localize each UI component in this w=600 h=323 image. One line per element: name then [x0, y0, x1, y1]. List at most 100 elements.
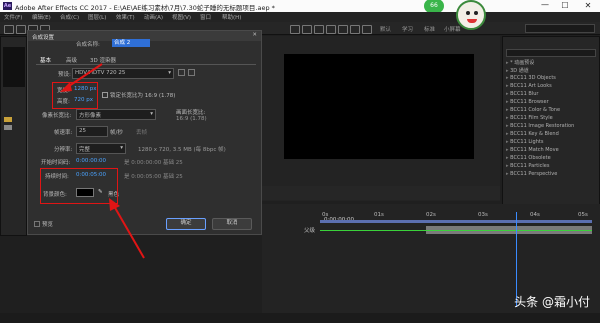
search-help-input[interactable]	[525, 24, 595, 33]
effects-presets-panel: * 动画预设 3D 通道 BCC11 3D Objects BCC11 Art …	[502, 36, 600, 206]
effects-item[interactable]: BCC11 Particles	[506, 163, 549, 169]
viewer-controls	[262, 186, 500, 200]
workspace-learn[interactable]: 学习	[402, 25, 413, 33]
ok-button[interactable]: 确定	[166, 218, 206, 230]
workspace-small-screen[interactable]: 小屏幕	[444, 25, 461, 33]
preview-checkbox[interactable]	[34, 221, 40, 227]
preset-save-icon[interactable]	[178, 69, 185, 76]
drop-frame-select[interactable]: 丢帧	[136, 128, 147, 136]
workspace-default[interactable]: 默认	[380, 25, 391, 33]
resolution-label: 分辨率:	[54, 147, 73, 153]
effects-item[interactable]: BCC11 Image Restoration	[506, 123, 574, 129]
resolution-value: 完整	[79, 147, 91, 153]
chevron-down-icon: ▾	[120, 145, 123, 151]
ruler-tick: 02s	[426, 212, 436, 218]
minimize-button[interactable]: —	[536, 0, 554, 12]
selection-tool-icon[interactable]	[16, 25, 26, 34]
title-bar: Ae Adobe After Effects CC 2017 - E:\AE\A…	[0, 0, 600, 30]
composition-viewer[interactable]	[262, 36, 500, 201]
workspace-standard[interactable]: 标准	[424, 25, 435, 33]
frame-aspect-label: 画面长宽比:	[176, 110, 206, 116]
text-tool-icon[interactable]	[302, 25, 312, 34]
effects-item[interactable]: BCC11 Lights	[506, 139, 543, 145]
eraser-tool-icon[interactable]	[338, 25, 348, 34]
preview-label: 预览	[42, 222, 54, 228]
watermark: 头条 @霜小付	[514, 295, 590, 309]
close-button[interactable]: ✕	[578, 0, 598, 12]
start-timecode-label: 开始时间码:	[41, 160, 71, 166]
effects-item[interactable]: BCC11 Key & Blend	[506, 131, 559, 137]
menu-view[interactable]: 视图(V)	[172, 13, 191, 21]
dialog-close-icon[interactable]: ✕	[252, 32, 257, 38]
work-area-bar[interactable]	[320, 220, 592, 223]
menu-help[interactable]: 帮助(H)	[222, 13, 241, 21]
viewer-canvas[interactable]	[284, 54, 474, 159]
home-tool-icon[interactable]	[4, 25, 14, 34]
ruler-tick: 05s	[578, 212, 588, 218]
effects-item[interactable]: BCC11 Obsolete	[506, 155, 551, 161]
effects-search-input[interactable]	[506, 49, 596, 57]
pixel-aspect-select[interactable]: 方形像素 ▾	[76, 109, 156, 120]
menu-animation[interactable]: 动画(A)	[144, 13, 163, 21]
menu-effect[interactable]: 效果(T)	[116, 13, 135, 21]
pin-tool-icon[interactable]	[362, 25, 372, 34]
resolution-select[interactable]: 完整 ▾	[76, 143, 126, 154]
pixel-aspect-value: 方形像素	[79, 113, 102, 119]
duration-note: 是 0:00:05:00 基础 25	[124, 174, 183, 180]
start-timecode-note: 是 0:00:00:00 基础 25	[124, 160, 183, 166]
maximize-button[interactable]: ☐	[556, 0, 574, 12]
menu-file[interactable]: 文件(F)	[4, 13, 22, 21]
effects-item[interactable]: BCC11 Perspective	[506, 171, 557, 177]
effects-item[interactable]: 3D 通道	[506, 67, 529, 74]
effects-item[interactable]: BCC11 Art Looks	[506, 83, 552, 89]
status-bar	[0, 313, 600, 323]
window-title: Adobe After Effects CC 2017 - E:\AE\AE练习…	[15, 4, 275, 12]
pixel-aspect-label: 像素长宽比:	[42, 113, 72, 119]
project-item-comp-icon[interactable]	[4, 125, 12, 130]
menu-composition[interactable]: 合成(C)	[60, 13, 79, 21]
ruler-tick: 04s	[530, 212, 540, 218]
annotation-arrow-duration	[109, 198, 145, 259]
preset-delete-icon[interactable]	[188, 69, 195, 76]
frame-rate-value: 25	[79, 128, 86, 134]
project-thumbnail	[3, 47, 25, 87]
layer-track-line	[320, 230, 592, 231]
frame-rate-unit: 帧/秒	[110, 130, 123, 136]
menu-edit[interactable]: 编辑(E)	[32, 13, 51, 21]
frame-aspect-value: 16:9 (1.78)	[176, 116, 207, 122]
effects-item[interactable]: BCC11 Color & Tone	[506, 107, 560, 113]
comp-name-input[interactable]: 合成 2	[112, 39, 150, 47]
pen-tool-icon[interactable]	[290, 25, 300, 34]
effects-item[interactable]: BCC11 Film Style	[506, 115, 553, 121]
effects-item[interactable]: * 动画预设	[506, 59, 534, 66]
project-item-folder-icon[interactable]	[4, 117, 12, 122]
project-panel	[0, 36, 27, 236]
effects-item[interactable]: BCC11 3D Objects	[506, 75, 556, 81]
app-icon: Ae	[3, 2, 12, 10]
frame-rate-label: 帧速率:	[54, 130, 73, 136]
brush-tool-icon[interactable]	[314, 25, 324, 34]
menu-bar: 文件(F) 编辑(E) 合成(C) 图层(L) 效果(T) 动画(A) 视图(V…	[0, 12, 600, 22]
lock-aspect-label: 锁定长宽比为 16:9 (1.78)	[110, 93, 176, 99]
annotation-arrow-size	[60, 63, 103, 92]
effects-item[interactable]: BCC11 Match Move	[506, 147, 559, 153]
effects-item[interactable]: BCC11 Browser	[506, 99, 549, 105]
chevron-down-icon: ▾	[150, 111, 153, 117]
menu-window[interactable]: 窗口	[200, 13, 211, 21]
dialog-title: 合成设置	[32, 35, 55, 41]
ruler-tick: 03s	[478, 212, 488, 218]
ruler-tick: 01s	[374, 212, 384, 218]
roto-tool-icon[interactable]	[350, 25, 360, 34]
stamp-tool-icon[interactable]	[326, 25, 336, 34]
start-timecode-value[interactable]: 0:00:00:00	[76, 158, 106, 164]
mascot-avatar	[456, 0, 486, 30]
menu-layer[interactable]: 图层(L)	[88, 13, 106, 21]
frame-rate-input[interactable]: 25	[76, 126, 108, 137]
parent-column-label: 父级	[304, 228, 316, 234]
tab-basic[interactable]: 基本	[40, 56, 51, 64]
ruler-tick: 0s	[322, 212, 329, 218]
cancel-button[interactable]: 取消	[212, 218, 252, 230]
comp-name-label: 合成名称:	[76, 42, 100, 48]
chevron-down-icon: ▾	[168, 70, 171, 76]
effects-item[interactable]: BCC11 Blur	[506, 91, 538, 97]
